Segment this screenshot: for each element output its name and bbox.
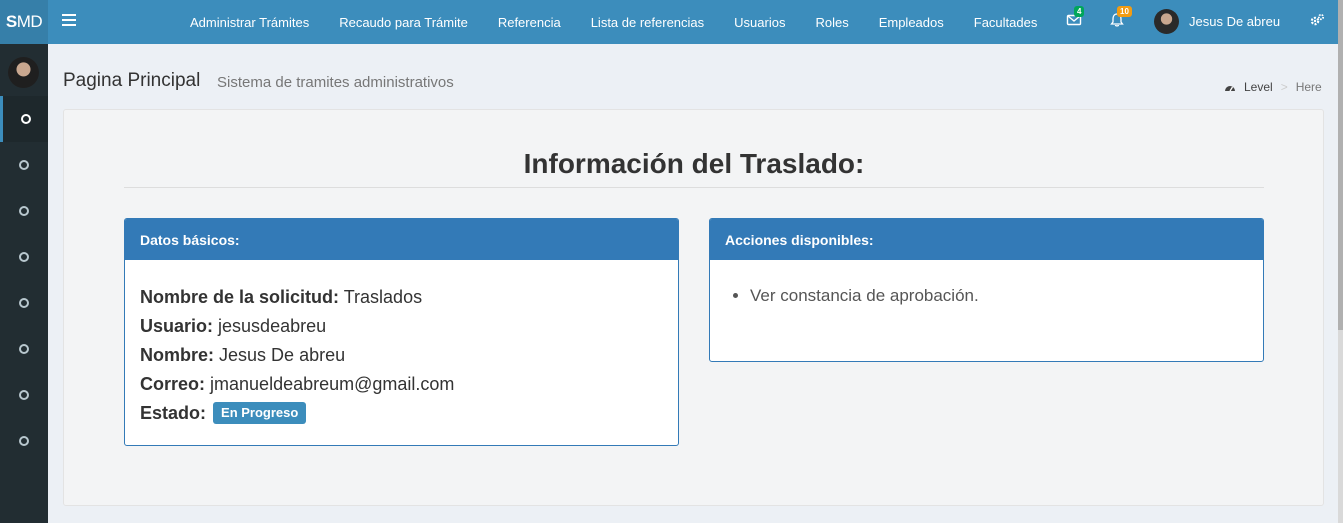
breadcrumb-here: Here xyxy=(1295,80,1322,94)
sidebar-item-2[interactable] xyxy=(0,142,48,188)
field-status: Estado: En Progreso xyxy=(140,399,663,428)
nav-usuarios[interactable]: Usuarios xyxy=(719,15,800,30)
alerts-button[interactable]: 10 xyxy=(1109,6,1132,32)
circle-icon xyxy=(19,206,29,216)
circle-icon xyxy=(19,390,29,400)
nav-empleados[interactable]: Empleados xyxy=(864,15,959,30)
sidebar-item-1[interactable] xyxy=(0,96,48,142)
field-name: Nombre: Jesus De abreu xyxy=(140,345,346,365)
breadcrumb-separator: > xyxy=(1280,80,1288,94)
messages-count-badge: 4 xyxy=(1074,6,1085,17)
basic-data-panel: Datos básicos: Nombre de la solicitud: T… xyxy=(124,218,679,446)
actions-header: Acciones disponibles: xyxy=(710,219,1263,260)
field-request-name: Nombre de la solicitud: Traslados xyxy=(140,287,423,307)
user-avatar xyxy=(1154,9,1179,34)
breadcrumb-level[interactable]: Level xyxy=(1244,80,1273,94)
gears-icon xyxy=(1310,13,1325,26)
action-view-approval-certificate[interactable]: Ver constancia de aprobación. xyxy=(750,285,1248,307)
menu-toggle-icon[interactable] xyxy=(62,14,76,28)
scrollbar-thumb[interactable] xyxy=(1338,0,1343,330)
nav-administrar-tramites[interactable]: Administrar Trámites xyxy=(175,15,324,30)
divider xyxy=(124,187,1264,188)
circle-icon xyxy=(19,344,29,354)
nav-facultades[interactable]: Facultades xyxy=(959,15,1053,30)
page-title: Pagina Principal xyxy=(63,70,201,91)
circle-icon xyxy=(20,114,31,124)
status-badge: En Progreso xyxy=(213,402,307,424)
basic-data-body: Nombre de la solicitud: Traslados Usuari… xyxy=(125,260,678,445)
user-menu[interactable]: Jesus De abreu xyxy=(1154,9,1280,34)
basic-data-header: Datos básicos: xyxy=(125,219,678,260)
circle-icon xyxy=(19,160,29,170)
actions-list: Ver constancia de aprobación. xyxy=(710,260,1263,307)
field-email: Correo: jmanueldeabreum@gmail.com xyxy=(140,374,455,394)
circle-icon xyxy=(19,252,29,262)
page-subtitle: Sistema de tramites administrativos xyxy=(217,74,454,91)
main-nav: Administrar Trámites Recaudo para Trámit… xyxy=(175,0,1052,44)
sidebar xyxy=(0,44,48,523)
actions-panel: Acciones disponibles: Ver constancia de … xyxy=(709,218,1264,362)
scrollbar[interactable] xyxy=(1338,0,1343,523)
settings-button[interactable] xyxy=(1309,12,1329,32)
messages-button[interactable]: 4 xyxy=(1066,6,1086,32)
circle-icon xyxy=(19,298,29,308)
app-logo[interactable]: S MD xyxy=(0,0,48,44)
nav-recaudo-para-tramite[interactable]: Recaudo para Trámite xyxy=(324,15,483,30)
nav-roles[interactable]: Roles xyxy=(800,15,863,30)
breadcrumb: Level > Here xyxy=(1224,80,1322,94)
user-name: Jesus De abreu xyxy=(1189,14,1281,29)
sidebar-item-5[interactable] xyxy=(0,280,48,326)
sidebar-item-7[interactable] xyxy=(0,372,48,418)
nav-lista-de-referencias[interactable]: Lista de referencias xyxy=(576,15,719,30)
alerts-count-badge: 10 xyxy=(1117,6,1132,17)
sidebar-item-8[interactable] xyxy=(0,418,48,464)
dashboard-icon xyxy=(1225,86,1235,92)
sidebar-avatar xyxy=(8,57,39,88)
sidebar-item-4[interactable] xyxy=(0,234,48,280)
field-username: Usuario: jesusdeabreu xyxy=(140,316,327,336)
circle-icon xyxy=(19,436,29,446)
nav-referencia[interactable]: Referencia xyxy=(483,15,576,30)
sidebar-item-3[interactable] xyxy=(0,188,48,234)
main-heading: Información del Traslado: xyxy=(523,148,865,179)
sidebar-item-6[interactable] xyxy=(0,326,48,372)
